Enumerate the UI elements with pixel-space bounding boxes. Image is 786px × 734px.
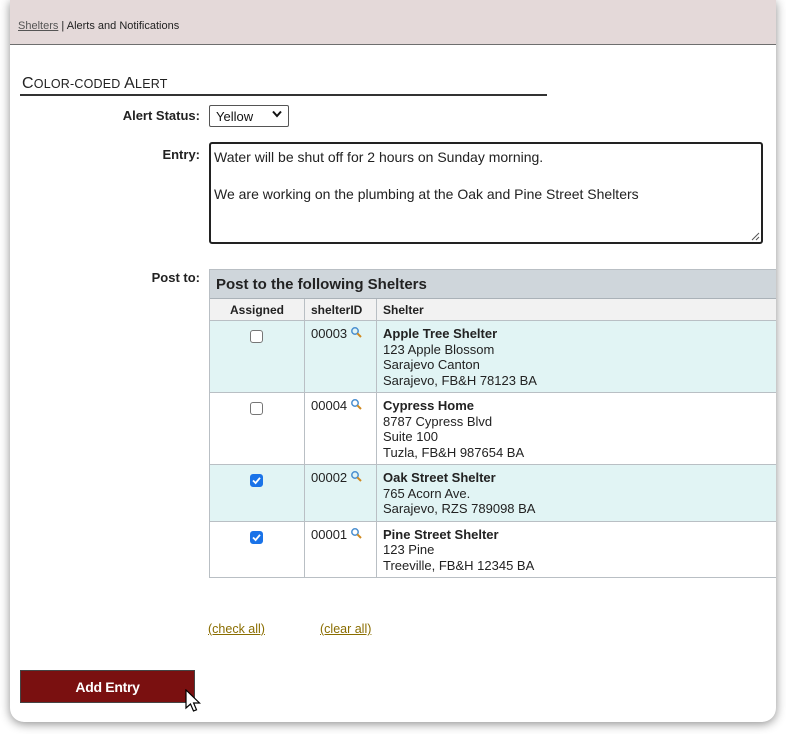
table-row: 00002 Oak Street Shelter 765 Acorn Ave. …	[210, 465, 776, 522]
shelter-address-line: Sarajevo, FB&H 78123 BA	[383, 372, 537, 388]
shelter-address-line: Treeville, FB&H 12345 BA	[383, 557, 535, 573]
shelter-id: 00003	[311, 326, 348, 341]
top-bar: Shelters | Alerts and Notifications	[10, 0, 776, 45]
assigned-checkbox[interactable]	[250, 530, 263, 544]
mouse-pointer-icon	[185, 689, 201, 712]
magnifier-icon[interactable]	[350, 527, 362, 542]
entry-line-2: We are working on the plumbing at the Oa…	[214, 186, 639, 202]
table-row: 00003 Apple Tree Shelter 123 Apple Bloss…	[210, 321, 776, 393]
shelter-address-line: 8787 Cypress Blvd	[383, 413, 493, 429]
check-icon	[252, 477, 261, 485]
shelter-address-line: 123 Apple Blossom	[383, 341, 495, 357]
shelter-name: Pine Street Shelter	[383, 526, 499, 542]
shelter-address-line: 123 Pine	[383, 542, 435, 557]
shelter-name: Oak Street Shelter	[383, 470, 496, 485]
shelter-name: Cypress Home	[383, 398, 475, 413]
add-entry-button[interactable]: Add Entry	[20, 670, 195, 703]
clear-all-link[interactable]: (clear all)	[320, 622, 371, 636]
entry-textarea[interactable]: Water will be shut off for 2 hours on Su…	[209, 142, 763, 244]
table-row: 00001 Pine Street Shelter 123 Pine Treev…	[210, 521, 776, 577]
breadcrumb: Shelters | Alerts and Notifications	[18, 20, 179, 32]
chevron-down-icon	[272, 109, 282, 121]
column-header-assigned: Assigned	[210, 299, 305, 320]
check-all-link[interactable]: (check all)	[208, 622, 265, 636]
table-header-row: Assigned shelterID Shelter	[210, 299, 776, 321]
shelter-id: 00002	[311, 470, 348, 485]
section-title: COLOR-CODED ALERT	[22, 75, 168, 92]
shelter-address-line: 765 Acorn Ave.	[383, 485, 471, 501]
magnifier-icon[interactable]	[350, 470, 362, 485]
alert-status-select[interactable]: Yellow	[209, 105, 289, 127]
assigned-checkbox[interactable]	[250, 330, 263, 343]
breadcrumb-link-shelters[interactable]: Shelters	[18, 20, 58, 32]
check-icon	[252, 533, 261, 541]
column-header-shelter: Shelter	[383, 303, 424, 317]
magnifier-icon[interactable]	[350, 398, 362, 413]
shelter-name: Apple Tree Shelter	[383, 326, 498, 341]
shelter-address-line: Sarajevo Canton	[383, 357, 480, 372]
assigned-checkbox[interactable]	[250, 474, 263, 487]
alert-status-value: Yellow	[216, 109, 254, 124]
main-panel: Shelters | Alerts and Notifications COLO…	[10, 0, 776, 722]
entry-line-1: Water will be shut off for 2 hours on Su…	[214, 149, 544, 165]
shelters-table: Post to the following Shelters Assigned …	[209, 269, 776, 578]
entry-label: Entry:	[162, 147, 200, 162]
shelter-address-line: Tuzla, FB&H 987654 BA	[383, 444, 525, 460]
post-to-label: Post to:	[151, 270, 200, 285]
alert-status-label: Alert Status:	[122, 108, 200, 123]
table-title: Post to the following Shelters	[210, 270, 776, 299]
breadcrumb-current: Alerts and Notifications	[66, 20, 180, 32]
magnifier-icon[interactable]	[350, 326, 362, 341]
shelter-address-line: Suite 100	[383, 429, 438, 444]
shelter-id: 00004	[311, 398, 348, 413]
assigned-checkbox[interactable]	[250, 402, 263, 415]
shelter-address-line: Sarajevo, RZS 789098 BA	[383, 501, 536, 516]
shelter-id: 00001	[311, 526, 348, 542]
resize-grip-icon[interactable]	[750, 231, 760, 241]
breadcrumb-separator: |	[58, 20, 67, 32]
section-divider	[20, 94, 547, 96]
table-row: 00004 Cypress Home 8787 Cypress Blvd Sui…	[210, 393, 776, 465]
column-header-shelterid: shelterID	[305, 299, 377, 320]
